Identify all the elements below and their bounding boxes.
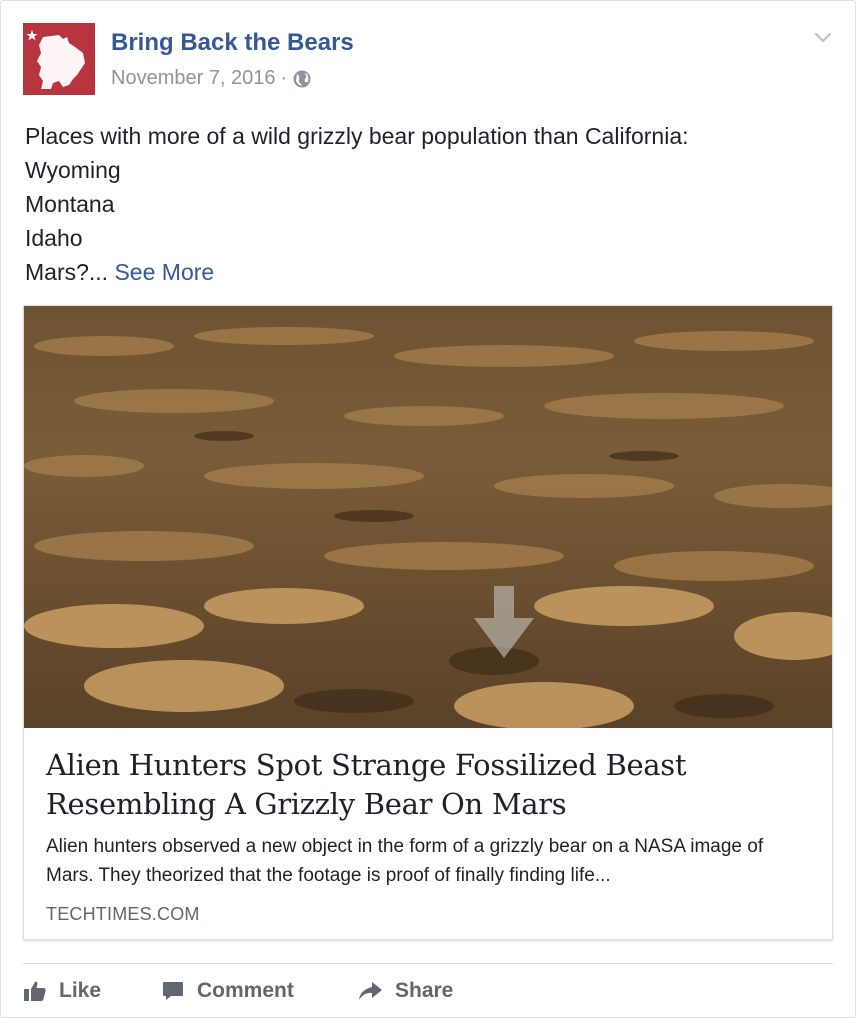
link-title[interactable]: Alien Hunters Spot Strange Fossilized Be… <box>46 746 806 824</box>
link-domain: TECHTIMES.COM <box>46 904 200 924</box>
speech-bubble-icon <box>163 982 183 1000</box>
post-text-line: Wyoming <box>25 157 121 183</box>
see-more-link[interactable]: See More <box>114 259 214 285</box>
post-date[interactable]: November 7, 2016 <box>111 67 276 90</box>
comment-label: Comment <box>197 979 294 1002</box>
page-avatar[interactable] <box>23 23 95 95</box>
post-text-truncated: Mars?... <box>25 259 109 285</box>
post-text-line: Idaho <box>25 225 83 251</box>
share-button[interactable]: Share <box>357 973 453 1009</box>
link-preview-image[interactable] <box>24 306 832 728</box>
link-preview-body[interactable]: Alien Hunters Spot Strange Fossilized Be… <box>24 728 832 939</box>
post-text-line: Montana <box>25 191 115 217</box>
globe-icon[interactable] <box>292 69 312 89</box>
share-label: Share <box>395 979 454 1002</box>
thumbs-up-icon <box>24 981 46 1001</box>
like-label: Like <box>59 979 102 1002</box>
post-text-line: Places with more of a wild grizzly bear … <box>25 123 689 149</box>
comment-button[interactable]: Comment <box>161 973 294 1009</box>
mars-terrain-image <box>24 306 832 728</box>
bear-logo-icon <box>23 23 95 95</box>
post-meta: November 7, 2016 · <box>111 67 312 90</box>
like-button[interactable]: Like <box>23 973 101 1009</box>
page-name-link[interactable]: Bring Back the Bears <box>111 29 354 57</box>
facebook-post: Bring Back the Bears November 7, 2016 · … <box>0 0 856 1018</box>
link-description: Alien hunters observed a new object in t… <box>46 836 764 886</box>
share-arrow-icon <box>359 982 382 1000</box>
link-preview-card[interactable]: Alien Hunters Spot Strange Fossilized Be… <box>23 305 833 940</box>
post-actions: Like Comment Share <box>23 973 833 1009</box>
actions-divider <box>23 963 833 964</box>
post-text: Places with more of a wild grizzly bear … <box>25 119 689 289</box>
post-text-last-line: Mars?... See More <box>25 255 689 289</box>
meta-separator: · <box>280 67 288 89</box>
chevron-down-icon[interactable] <box>813 27 833 47</box>
